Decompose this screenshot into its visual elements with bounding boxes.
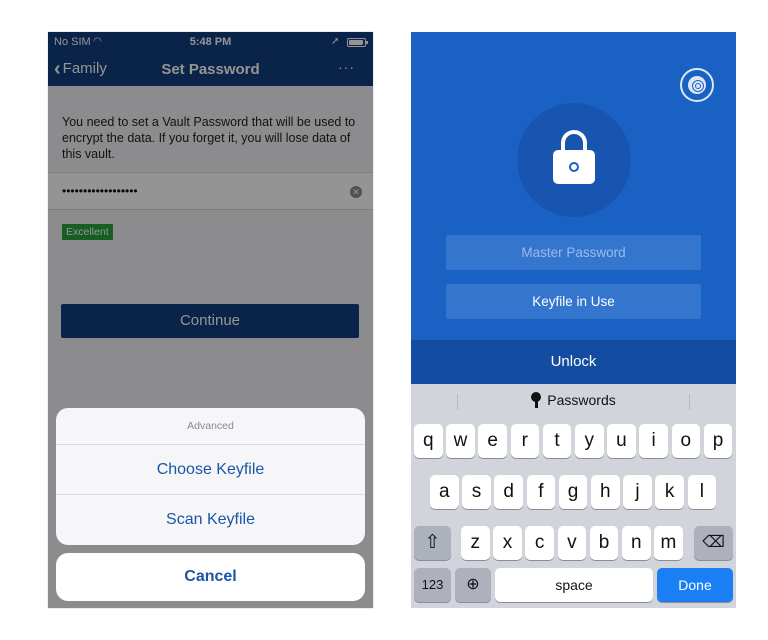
globe-icon[interactable]: ⊕	[455, 568, 491, 602]
action-sheet-title: Advanced	[56, 408, 365, 445]
choose-keyfile-button[interactable]: Choose Keyfile	[56, 445, 365, 495]
master-password-input[interactable]: Master Password	[446, 235, 701, 270]
action-sheet: Advanced Choose Keyfile Scan Keyfile	[56, 408, 365, 545]
key-l[interactable]: l	[687, 475, 717, 509]
keyfile-in-use-button[interactable]: Keyfile in Use	[446, 284, 701, 319]
numbers-key[interactable]: 123	[414, 568, 451, 602]
key-o[interactable]: o	[671, 424, 701, 458]
key-d[interactable]: d	[494, 475, 523, 509]
key-a[interactable]: a	[430, 475, 459, 509]
cancel-button[interactable]: Cancel	[56, 553, 365, 601]
key-z[interactable]: z	[461, 526, 490, 560]
key-b[interactable]: b	[589, 526, 619, 560]
space-key[interactable]: space	[495, 568, 653, 602]
autofill-suggestion-bar: Passwords	[411, 384, 736, 416]
key-s[interactable]: s	[462, 475, 491, 509]
key-t[interactable]: t	[542, 424, 572, 458]
passwords-suggestion[interactable]: Passwords	[411, 392, 736, 408]
key-icon	[531, 392, 542, 408]
key-e[interactable]: e	[478, 424, 507, 458]
unlock-button[interactable]: Unlock	[411, 340, 736, 384]
keyboard: Passwords qwertyuiop asdfghjkl zxcvbnm ⇧…	[411, 384, 736, 608]
key-j[interactable]: j	[623, 475, 652, 509]
key-u[interactable]: u	[607, 424, 636, 458]
fingerprint-icon[interactable]	[680, 68, 714, 102]
key-p[interactable]: p	[703, 424, 733, 458]
key-n[interactable]: n	[622, 526, 651, 560]
set-password-screen: No SIM ◠ 5:48 PM ➚ ‹ Family Set Password…	[48, 32, 373, 608]
key-f[interactable]: f	[526, 475, 556, 509]
key-w[interactable]: w	[446, 424, 475, 458]
passwords-label: Passwords	[547, 392, 616, 408]
key-i[interactable]: i	[639, 424, 668, 458]
shift-key[interactable]: ⇧	[414, 526, 451, 560]
key-v[interactable]: v	[557, 526, 587, 560]
scan-keyfile-button[interactable]: Scan Keyfile	[56, 495, 365, 545]
key-c[interactable]: c	[525, 526, 554, 560]
unlock-header: Master Password Keyfile in Use	[411, 32, 736, 340]
key-q[interactable]: q	[414, 424, 443, 458]
key-r[interactable]: r	[510, 424, 540, 458]
unlock-screen: Master Password Keyfile in Use Unlock Pa…	[411, 32, 736, 608]
key-k[interactable]: k	[655, 475, 684, 509]
key-x[interactable]: x	[493, 526, 522, 560]
key-g[interactable]: g	[558, 475, 588, 509]
done-key[interactable]: Done	[657, 568, 733, 602]
key-h[interactable]: h	[591, 475, 620, 509]
backspace-key[interactable]: ⌫	[694, 526, 733, 560]
key-y[interactable]: y	[575, 424, 604, 458]
lock-icon	[553, 130, 595, 186]
key-m[interactable]: m	[654, 526, 683, 560]
